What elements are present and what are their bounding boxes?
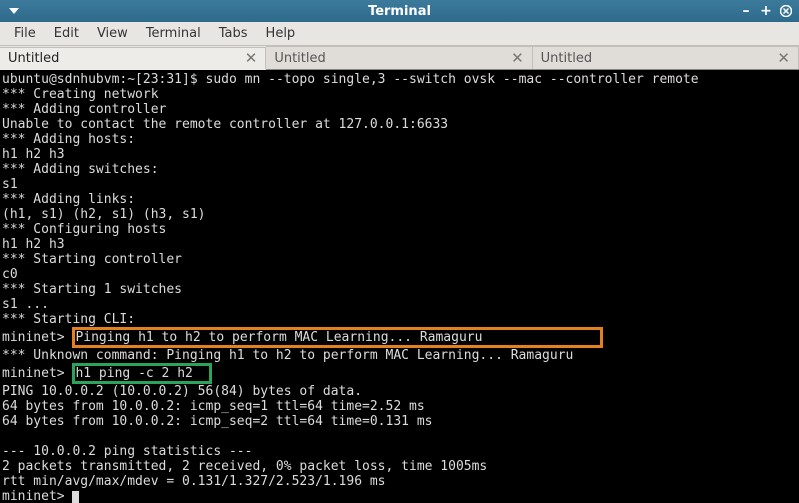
highlight-green: h1 ping -c 2 h2 — [72, 363, 211, 384]
terminal-line: 64 bytes from 10.0.0.2: icmp_seq=1 ttl=6… — [2, 399, 425, 414]
tab-3[interactable]: Untitled ✕ — [533, 46, 799, 69]
terminal-line: s1 — [2, 177, 25, 192]
terminal-line: *** Starting controller — [2, 252, 182, 267]
highlighted-command: Pinging h1 to h2 to perform MAC Learning… — [75, 330, 599, 345]
terminal-line: *** Starting CLI: — [2, 312, 135, 327]
shell-prompt: ubuntu@sdnhubvm:~[23:31]$ — [2, 72, 206, 87]
terminal-line: Unable to contact the remote controller … — [2, 117, 448, 132]
tab-close-icon[interactable]: ✕ — [511, 51, 524, 66]
menu-view[interactable]: View — [89, 24, 136, 43]
tab-2[interactable]: Untitled ✕ — [266, 46, 532, 69]
shell-command: sudo mn --topo single,3 --switch ovsk --… — [206, 72, 699, 87]
terminal-line: *** Adding links: — [2, 192, 135, 207]
terminal-output[interactable]: ubuntu@sdnhubvm:~[23:31]$ sudo mn --topo… — [0, 70, 799, 503]
tab-label: Untitled — [541, 51, 592, 66]
cursor — [72, 491, 79, 503]
menu-terminal[interactable]: Terminal — [138, 24, 209, 43]
menu-tabs[interactable]: Tabs — [211, 24, 256, 43]
tab-label: Untitled — [8, 51, 59, 66]
maximize-button[interactable]: + — [759, 4, 773, 18]
mininet-prompt: mininet> — [2, 489, 72, 503]
highlighted-command: h1 ping -c 2 h2 — [75, 366, 208, 381]
tab-close-icon[interactable]: ✕ — [777, 51, 790, 66]
terminal-line: *** Adding controller — [2, 102, 166, 117]
close-button[interactable] — [779, 4, 793, 18]
menubar: File Edit View Terminal Tabs Help — [0, 22, 799, 46]
terminal-line: rtt min/avg/max/mdev = 0.131/1.327/2.523… — [2, 474, 386, 489]
tab-bar: Untitled ✕ Untitled ✕ Untitled ✕ — [0, 46, 799, 70]
window-title: Terminal — [0, 4, 799, 19]
terminal-line: h1 h2 h3 — [2, 147, 72, 162]
tab-1[interactable]: Untitled ✕ — [0, 47, 266, 70]
terminal-line: 64 bytes from 10.0.0.2: icmp_seq=2 ttl=6… — [2, 414, 432, 429]
minimize-button[interactable]: – — [739, 4, 753, 18]
terminal-line: s1 ... — [2, 297, 49, 312]
terminal-line: --- 10.0.0.2 ping statistics --- — [2, 444, 252, 459]
terminal-line: 2 packets transmitted, 2 received, 0% pa… — [2, 459, 487, 474]
terminal-line: *** Configuring hosts — [2, 222, 166, 237]
tab-close-icon[interactable]: ✕ — [245, 51, 258, 66]
terminal-line: PING 10.0.0.2 (10.0.0.2) 56(84) bytes of… — [2, 384, 362, 399]
terminal-line: *** Starting 1 switches — [2, 282, 182, 297]
terminal-line: *** Adding switches: — [2, 162, 159, 177]
terminal-line: *** Creating network — [2, 87, 159, 102]
menu-help[interactable]: Help — [258, 24, 304, 43]
menu-file[interactable]: File — [6, 24, 44, 43]
tab-label: Untitled — [274, 51, 325, 66]
terminal-line: *** Adding hosts: — [2, 132, 135, 147]
terminal-line: (h1, s1) (h2, s1) (h3, s1) — [2, 207, 213, 222]
mininet-prompt: mininet> — [2, 330, 72, 345]
window-controls: – + — [739, 4, 793, 18]
mininet-prompt: mininet> — [2, 366, 72, 381]
terminal-line: *** Unknown command: Pinging h1 to h2 to… — [2, 348, 573, 363]
highlight-orange: Pinging h1 to h2 to perform MAC Learning… — [72, 327, 602, 348]
terminal-line: c0 — [2, 267, 25, 282]
terminal-line: h1 h2 h3 — [2, 237, 72, 252]
window-titlebar: Terminal – + — [0, 0, 799, 22]
menu-edit[interactable]: Edit — [46, 24, 87, 43]
